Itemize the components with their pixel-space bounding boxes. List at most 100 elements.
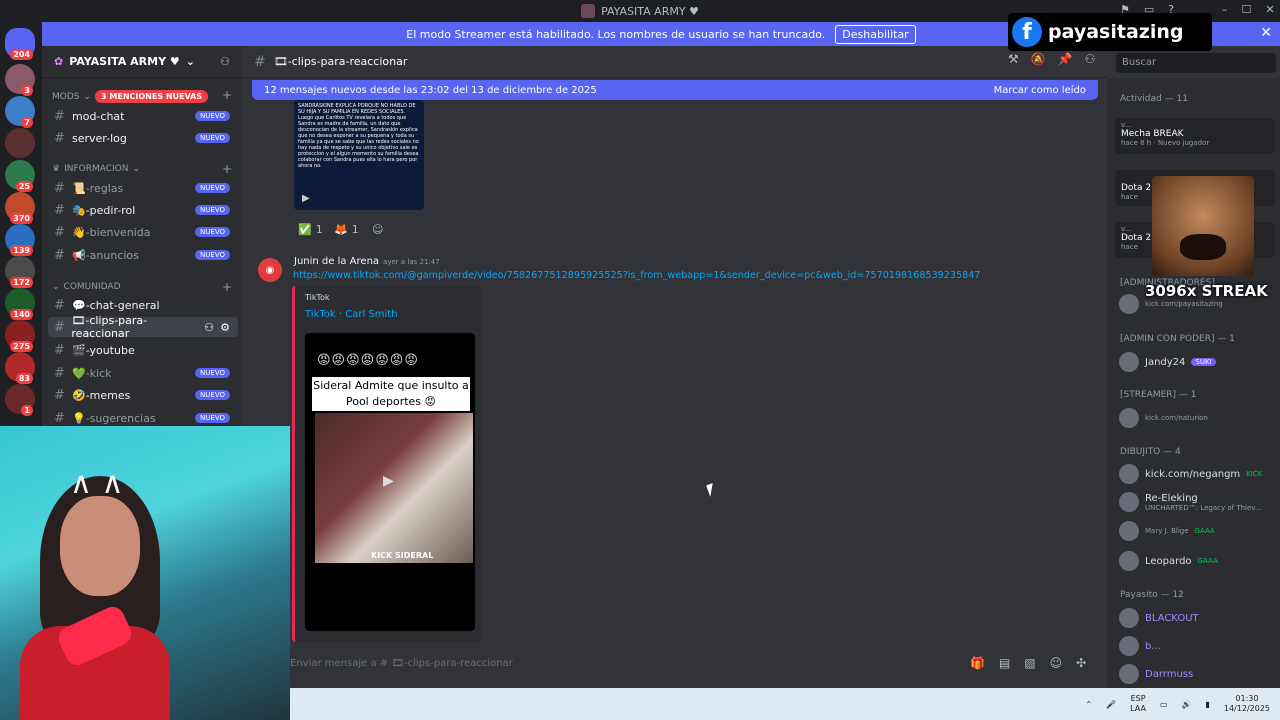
server-icon[interactable]: 1 [5,384,35,416]
add-channel-icon[interactable]: + [222,162,232,176]
clock[interactable]: 01:30 14/12/2025 [1224,694,1270,714]
webcam-overlay: ∧ ∧ [0,426,290,720]
member[interactable]: Leopardo GAAA [1119,551,1218,571]
role-tag: SUKI [1191,358,1216,366]
close-window-button[interactable]: ✕ [1265,3,1274,16]
add-reaction-icon[interactable]: ☺ [372,220,383,238]
channel-reglas[interactable]: # 📜-reglas NUEVO [48,178,238,198]
member[interactable]: b... [1119,636,1161,656]
channel-header: # 🎞-clips-para-reaccionar [242,46,1107,78]
member[interactable]: Darrmuss [1119,664,1193,684]
mic-tray-icon[interactable]: 🎤 [1106,700,1116,709]
play-icon[interactable]: ▶ [383,473,394,489]
role-tag: GAAA [1194,527,1215,535]
channel-server-log[interactable]: # server-log NUEVO [48,128,238,148]
mark-read-button[interactable]: Marcar como leído [994,85,1086,96]
new-badge: NUEVO [195,368,230,378]
channel-clips-para-reaccionar[interactable]: # 🎞-clips-para-reaccionar ⚇ ⚙ [48,314,238,340]
reaction[interactable]: 🦊 1 [334,220,359,238]
embed-video[interactable]: 😡😡😡😡😡😡😡 Sideral Admite que insulto a Poo… [305,333,475,631]
member[interactable]: Jandy24 SUKI [1119,352,1216,372]
minimize-button[interactable]: – [1222,3,1228,16]
apps-icon[interactable]: ✣ [1076,656,1086,670]
server-icon[interactable] [5,128,35,158]
channel-memes[interactable]: # 🤣-memes NUEVO [48,385,238,405]
server-icon[interactable]: 83 [5,352,35,384]
embed-title[interactable]: TikTok · Carl Smith [305,309,398,320]
server-icon[interactable]: 139 [5,224,35,256]
gift-icon[interactable]: 🎁 [970,656,985,670]
add-channel-icon[interactable]: + [222,280,232,294]
discord-avatar-icon[interactable]: ◉ [258,258,282,282]
member[interactable]: kick.com/negangm KICK [1119,464,1262,484]
cat-ears-icon: ∧ ∧ [70,466,124,501]
group-header: [ADMIN CON PODER] — 1 [1120,334,1235,344]
server-icon[interactable]: 275 [5,320,35,352]
server-icon[interactable]: 172 [5,256,35,288]
message-link[interactable]: https://www.tiktok.com/@gampiverde/video… [293,270,980,281]
reaction-emoji: ✅ [298,222,312,236]
battery-icon[interactable]: ▮ [1205,700,1209,709]
channel-label: 🤣-memes [72,388,131,402]
discord-home-icon[interactable]: 204 [5,28,35,60]
channel-chat-general[interactable]: # 💬-chat-general [48,295,238,315]
threads-icon[interactable]: ⚒ [1008,52,1019,66]
author-name[interactable]: Junin de la Arena [294,256,379,267]
member-name: b... [1145,640,1161,652]
pin-icon[interactable]: 📌 [1058,52,1073,66]
category-mods[interactable]: MODS ⌄ 3 MENCIONES NUEVAS [52,90,209,103]
reaction[interactable]: ✅ 1 [298,220,323,238]
video-thumbnail[interactable]: SANDRASKINE EXPLICA PORQUE NO HABLO DE S… [294,100,424,210]
emoji-icon[interactable]: ☺ [1050,656,1063,670]
network-icon[interactable]: ▭ [1160,700,1168,709]
play-icon[interactable]: ▶ [302,193,310,204]
gear-icon[interactable]: ⚙ [220,321,230,334]
member[interactable]: Re-Eleking UNCHARTED™: Legacy of Thiev... [1119,492,1262,512]
server-icon[interactable]: 25 [5,160,35,192]
member[interactable]: BLACKOUT [1119,608,1199,628]
sticker-icon[interactable]: ▧ [1024,656,1035,670]
timestamp: ayer a las 21:47 [383,258,440,266]
add-channel-icon[interactable]: + [222,88,232,102]
new-badge: NUEVO [195,111,230,121]
add-member-icon[interactable]: ⚇ [220,55,230,68]
channel-kick[interactable]: # 💚-kick NUEVO [48,363,238,383]
member-name: BLACKOUT [1145,612,1199,624]
channel-youtube[interactable]: # 🎬-youtube [48,340,238,360]
banner-close-icon[interactable]: ✕ [1260,25,1272,41]
new-messages-bar[interactable]: 12 mensajes nuevos desde las 23:02 del 1… [252,80,1098,100]
category-community[interactable]: ⌄ COMUNIDAD [52,282,121,292]
activity-sub: hace 8 h · Nuevo jugador [1121,139,1210,147]
lang-code: ESP [1130,694,1146,703]
maximize-button[interactable]: ☐ [1242,3,1252,16]
channel-anuncios[interactable]: # 📢-anuncios NUEVO [48,245,238,265]
window-title: PAYASITA ARMY ♥ [601,4,699,18]
server-icon[interactable]: 140 [5,288,35,320]
members-icon[interactable]: ⚇ [1085,52,1096,66]
search-input[interactable]: Buscar [1116,53,1276,73]
member[interactable]: Mary J. Blige GAAA [1119,521,1215,541]
clock-date: 14/12/2025 [1223,704,1270,713]
channel-bienvenida[interactable]: # 👋-bienvenida NUEVO [48,222,238,242]
guild-header[interactable]: ✿ PAYASITA ARMY ♥ ⌄ ⚇ [42,46,242,78]
invite-icon[interactable]: ⚇ [204,321,214,334]
activity-card[interactable]: v... Mecha BREAK hace 8 h · Nuevo jugado… [1115,118,1275,154]
gif-icon[interactable]: ▤ [999,656,1010,670]
chevron-up-icon[interactable]: ⌃ [1085,700,1092,709]
language-indicator[interactable]: ESP LAA [1130,694,1146,714]
server-icon[interactable]: 370 [5,192,35,224]
avatar [1119,551,1139,571]
server-icon[interactable]: 3 [5,64,35,96]
channel-label: 💚-kick [72,366,112,380]
mentions-pill[interactable]: 3 MENCIONES NUEVAS [95,90,209,103]
mute-icon[interactable]: 🔕 [1031,52,1046,66]
channel-mod-chat[interactable]: # mod-chat NUEVO [48,106,238,126]
clock-time: 01:30 [1235,694,1259,703]
server-icon[interactable]: 7 [5,96,35,128]
channel-sugerencias[interactable]: # 💡-sugerencias NUEVO [48,408,238,428]
disable-button[interactable]: Deshabilitar [835,24,916,44]
channel-pedir-rol[interactable]: # 🎭-pedir-rol NUEVO [48,200,238,220]
category-info[interactable]: ♛ INFORMACION ⌄ [52,164,140,174]
volume-icon[interactable]: 🔊 [1182,700,1192,709]
member[interactable]: kick.com/naturion [1119,408,1208,428]
